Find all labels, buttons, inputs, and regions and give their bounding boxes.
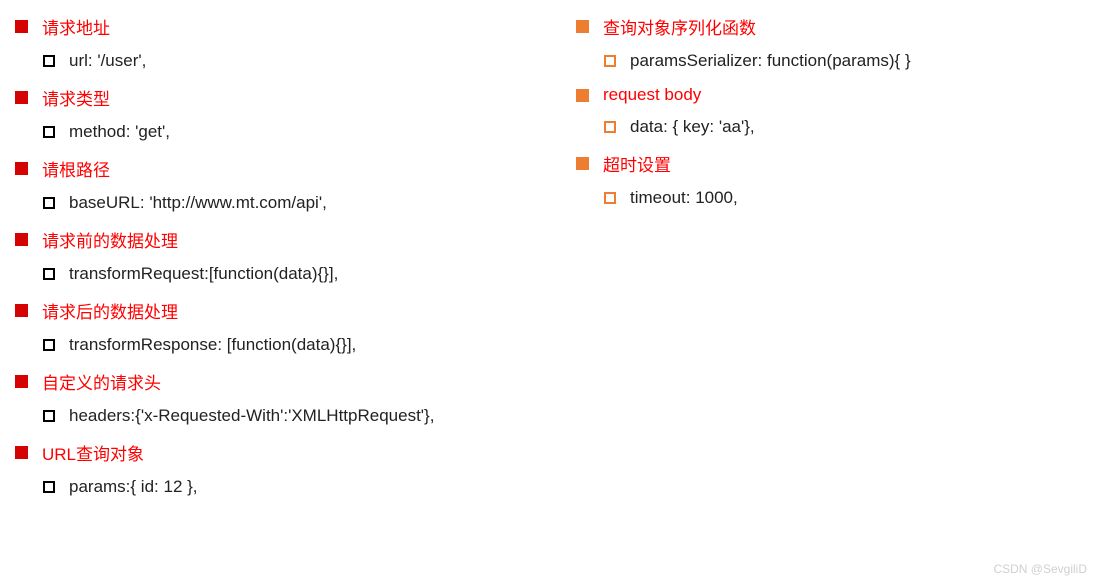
square-bullet-icon — [576, 20, 589, 33]
item-sub: timeout: 1000, — [576, 182, 1087, 214]
item-heading: URL查询对象 — [15, 434, 526, 471]
sub-text: baseURL: 'http://www.mt.com/api', — [69, 193, 327, 213]
item-heading: 查询对象序列化函数 — [576, 8, 1087, 45]
sub-text: headers:{'x-Requested-With':'XMLHttpRequ… — [69, 406, 434, 426]
item-sub: paramsSerializer: function(params){ } — [576, 45, 1087, 77]
item-sub: url: '/user', — [15, 45, 526, 77]
square-bullet-icon — [576, 157, 589, 170]
heading-text: URL查询对象 — [42, 440, 144, 465]
square-bullet-icon — [15, 375, 28, 388]
item-heading: 请求类型 — [15, 79, 526, 116]
hollow-square-icon — [604, 192, 616, 204]
heading-text: 自定义的请求头 — [42, 369, 161, 394]
item-sub: transformRequest:[function(data){}], — [15, 258, 526, 290]
item-sub: transformResponse: [function(data){}], — [15, 329, 526, 361]
hollow-square-icon — [43, 268, 55, 280]
heading-text: 请求类型 — [42, 85, 110, 110]
square-bullet-icon — [15, 233, 28, 246]
item-sub: headers:{'x-Requested-With':'XMLHttpRequ… — [15, 400, 526, 432]
item-sub: method: 'get', — [15, 116, 526, 148]
heading-text: 查询对象序列化函数 — [603, 14, 756, 39]
hollow-square-icon — [43, 481, 55, 493]
item-heading: request body — [576, 79, 1087, 111]
hollow-square-icon — [43, 410, 55, 422]
sub-text: params:{ id: 12 }, — [69, 477, 198, 497]
heading-text: 超时设置 — [603, 151, 671, 176]
list-item: 自定义的请求头 headers:{'x-Requested-With':'XML… — [15, 363, 526, 432]
heading-text: 请求后的数据处理 — [42, 298, 178, 323]
list-item: 请求地址 url: '/user', — [15, 8, 526, 77]
hollow-square-icon — [43, 339, 55, 351]
heading-text: request body — [603, 85, 701, 105]
hollow-square-icon — [604, 121, 616, 133]
square-bullet-icon — [15, 304, 28, 317]
list-item: 请求后的数据处理 transformResponse: [function(da… — [15, 292, 526, 361]
list-item: request body data: { key: 'aa'}, — [576, 79, 1087, 143]
square-bullet-icon — [576, 89, 589, 102]
watermark: CSDN @SevgiliD — [993, 562, 1087, 576]
list-item: URL查询对象 params:{ id: 12 }, — [15, 434, 526, 503]
square-bullet-icon — [15, 20, 28, 33]
square-bullet-icon — [15, 446, 28, 459]
hollow-square-icon — [604, 55, 616, 67]
item-heading: 自定义的请求头 — [15, 363, 526, 400]
item-sub: params:{ id: 12 }, — [15, 471, 526, 503]
hollow-square-icon — [43, 55, 55, 67]
sub-text: transformRequest:[function(data){}], — [69, 264, 338, 284]
item-heading: 请求前的数据处理 — [15, 221, 526, 258]
heading-text: 请求地址 — [42, 14, 110, 39]
list-item: 请求类型 method: 'get', — [15, 79, 526, 148]
item-heading: 请根路径 — [15, 150, 526, 187]
item-heading: 超时设置 — [576, 145, 1087, 182]
sub-text: paramsSerializer: function(params){ } — [630, 51, 911, 71]
sub-text: data: { key: 'aa'}, — [630, 117, 755, 137]
item-sub: baseURL: 'http://www.mt.com/api', — [15, 187, 526, 219]
square-bullet-icon — [15, 91, 28, 104]
right-column: 查询对象序列化函数 paramsSerializer: function(par… — [576, 8, 1087, 505]
heading-text: 请求前的数据处理 — [42, 227, 178, 252]
sub-text: transformResponse: [function(data){}], — [69, 335, 356, 355]
hollow-square-icon — [43, 126, 55, 138]
content-columns: 请求地址 url: '/user', 请求类型 method: 'get', 请… — [15, 8, 1087, 505]
item-sub: data: { key: 'aa'}, — [576, 111, 1087, 143]
sub-text: method: 'get', — [69, 122, 170, 142]
hollow-square-icon — [43, 197, 55, 209]
square-bullet-icon — [15, 162, 28, 175]
left-column: 请求地址 url: '/user', 请求类型 method: 'get', 请… — [15, 8, 526, 505]
list-item: 查询对象序列化函数 paramsSerializer: function(par… — [576, 8, 1087, 77]
item-heading: 请求后的数据处理 — [15, 292, 526, 329]
list-item: 超时设置 timeout: 1000, — [576, 145, 1087, 214]
list-item: 请根路径 baseURL: 'http://www.mt.com/api', — [15, 150, 526, 219]
sub-text: url: '/user', — [69, 51, 146, 71]
item-heading: 请求地址 — [15, 8, 526, 45]
list-item: 请求前的数据处理 transformRequest:[function(data… — [15, 221, 526, 290]
heading-text: 请根路径 — [42, 156, 110, 181]
sub-text: timeout: 1000, — [630, 188, 738, 208]
